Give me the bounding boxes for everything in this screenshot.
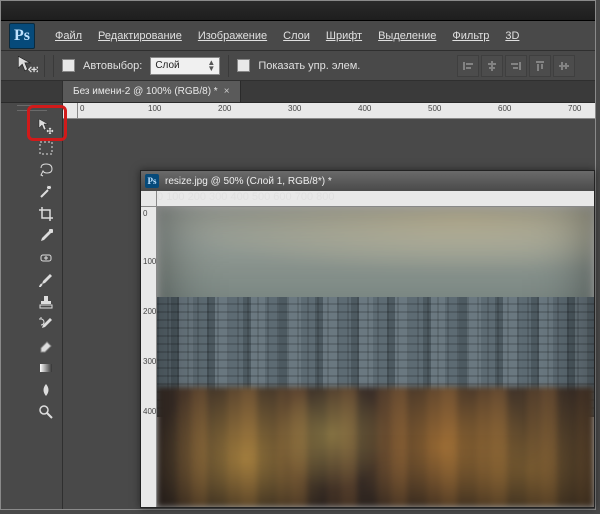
ruler-tick-label: 400 [358,104,371,113]
align-group [457,55,575,77]
ps-icon: Ps [145,174,159,188]
align-center-h-button[interactable] [481,55,503,77]
eyedropper-tool[interactable] [33,225,59,247]
options-bar: Автовыбор: Слой ▲▼ Показать упр. элем. [1,51,595,81]
ruler-horizontal: 0 100 200 300 400 500 600 700 [63,103,595,119]
tool-indicator-move-icon[interactable] [17,55,45,77]
ruler-tick-label: 100 [166,191,184,203]
align-left-button[interactable] [457,55,479,77]
menu-type[interactable]: Шрифт [320,27,368,45]
menu-file[interactable]: Файл [49,27,88,45]
ruler-tick-label: 200 [218,104,231,113]
gradient-tool[interactable] [33,357,59,379]
ruler-tick-label: 400 [143,407,155,416]
divider [228,55,229,77]
ruler-tick-label: 100 [148,104,161,113]
ruler-tick-label: 0 [143,209,155,218]
document-body: 0 100 200 300 400 [141,207,594,507]
close-icon[interactable]: × [224,86,230,97]
menu-edit[interactable]: Редактирование [92,27,188,45]
ruler-tick-label: 0 [157,191,163,203]
ruler-corner [141,191,157,207]
align-center-v-button[interactable] [553,55,575,77]
autoselect-label: Автовыбор: [83,60,142,72]
ruler-tick-label: 600 [498,104,511,113]
doc-tab-strip-spacer [1,81,62,103]
left-dock [1,81,63,509]
ruler-tick-label: 700 [295,191,313,203]
ruler-tick-label: 500 [252,191,270,203]
move-tool[interactable] [33,115,59,137]
marquee-tool[interactable] [33,137,59,159]
lasso-tool[interactable] [33,159,59,181]
ruler-tick-label: 700 [568,104,581,113]
window-titlebar [1,1,595,21]
ruler-tick-label: 100 [143,257,155,266]
ruler-tick-label: 300 [209,191,227,203]
divider [53,55,54,77]
document-titlebar[interactable]: Ps resize.jpg @ 50% (Слой 1, RGB/8*) * [141,171,594,191]
ruler-tick-label: 600 [273,191,291,203]
history-brush-tool[interactable] [33,313,59,335]
menu-layers[interactable]: Слои [277,27,316,45]
ruler-tick-label: 0 [80,104,84,113]
ruler-tick-label: 200 [143,307,155,316]
blur-tool[interactable] [33,379,59,401]
align-right-button[interactable] [505,55,527,77]
menu-3d[interactable]: 3D [499,27,525,45]
eraser-tool[interactable] [33,335,59,357]
ruler-tick-label: 800 [316,191,334,203]
show-controls-checkbox[interactable] [237,59,250,72]
wand-tool[interactable] [33,181,59,203]
app-logo: Ps [9,23,35,49]
chevron-updown-icon: ▲▼ [207,60,215,72]
toolbox-handle[interactable] [1,103,62,113]
crop-tool[interactable] [33,203,59,225]
align-top-button[interactable] [529,55,551,77]
toolbox [33,115,61,423]
menu-image[interactable]: Изображение [192,27,273,45]
ruler-tick-label: 300 [288,104,301,113]
menu-filter[interactable]: Фильтр [446,27,495,45]
show-controls-label: Показать упр. элем. [258,60,360,72]
document-window[interactable]: Ps resize.jpg @ 50% (Слой 1, RGB/8*) * 0… [140,170,595,508]
menu-select[interactable]: Выделение [372,27,442,45]
ruler-tick-label: 200 [188,191,206,203]
autoselect-dropdown[interactable]: Слой ▲▼ [150,57,220,75]
ruler-corner [63,103,78,119]
ruler-vertical-inner: 0 100 200 300 400 [141,207,157,507]
document-tab-title: Без имени-2 @ 100% (RGB/8) * [73,86,218,97]
ruler-tick-label: 300 [143,357,155,366]
document-tab[interactable]: Без имени-2 @ 100% (RGB/8) * × [63,81,241,102]
dropdown-value: Слой [155,60,179,71]
dodge-tool[interactable] [33,401,59,423]
menu-bar: Ps Файл Редактирование Изображение Слои … [1,21,595,51]
autoselect-checkbox[interactable] [62,59,75,72]
stamp-tool[interactable] [33,291,59,313]
ruler-tick-label: 400 [230,191,248,203]
document-canvas[interactable] [157,207,594,507]
brush-tool[interactable] [33,269,59,291]
document-tab-strip: Без имени-2 @ 100% (RGB/8) * × [63,81,595,103]
document-title: resize.jpg @ 50% (Слой 1, RGB/8*) * [165,176,332,187]
image-content [157,207,594,507]
heal-tool[interactable] [33,247,59,269]
ruler-horizontal-inner: 0 100 200 300 400 500 600 700 800 [157,191,594,207]
ruler-tick-label: 500 [428,104,441,113]
